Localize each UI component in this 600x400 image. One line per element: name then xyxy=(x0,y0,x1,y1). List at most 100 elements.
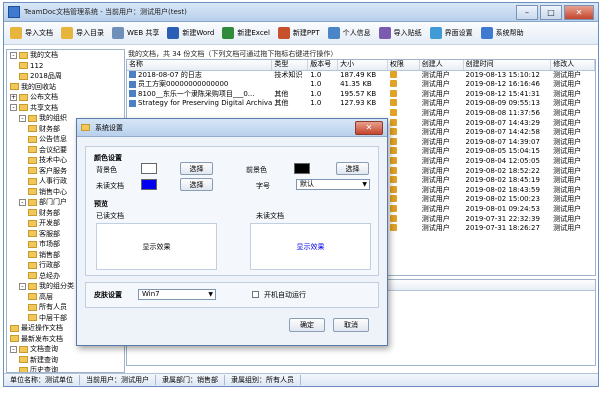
cancel-button[interactable]: 取消 xyxy=(333,318,369,332)
folder-icon xyxy=(28,114,37,122)
toolbar-button-7[interactable]: 导入贴纸 xyxy=(377,25,426,41)
table-cell: 2019-08-07 14:42:58 xyxy=(465,128,540,137)
chevron-down-icon: ▼ xyxy=(362,181,367,188)
table-cell: 2019-08-12 16:16:46 xyxy=(465,80,540,89)
table-cell: 2019-08-05 15:04:15 xyxy=(465,147,540,156)
tree-item-label: 历史查询 xyxy=(30,366,58,373)
folder-icon xyxy=(28,272,37,280)
tree-item[interactable]: 历史查询 xyxy=(7,365,124,373)
table-row[interactable]: Strategy for Preserving Digital Archival… xyxy=(127,99,595,109)
table-cell: 测试用户 xyxy=(421,147,450,156)
toolbar-button-2[interactable]: WEB 共享 xyxy=(110,25,163,41)
skin-label: 皮肤设置 xyxy=(94,291,122,299)
table-cell: 2019-08-02 18:45:19 xyxy=(465,176,540,185)
font-size-select[interactable]: 默认 ▼ xyxy=(296,179,370,190)
table-cell-permission xyxy=(388,214,420,225)
tree-item[interactable]: 我的回收站 xyxy=(7,82,124,93)
autostart-checkbox[interactable] xyxy=(252,291,259,298)
folder-icon xyxy=(28,251,37,259)
folder-icon xyxy=(19,51,28,59)
tree-item[interactable]: + 公布文档 xyxy=(7,92,124,103)
toolbar-button-9[interactable]: 系统帮助 xyxy=(479,25,528,41)
column-header[interactable]: 版本号 xyxy=(308,60,339,70)
collapse-icon[interactable]: - xyxy=(10,51,17,59)
toolbar-button-4[interactable]: 新建Excel xyxy=(220,25,274,41)
maximize-button[interactable]: □ xyxy=(540,5,562,20)
window-title: TeamDoc文档管理系统 - 当前用户：测试用户(test) xyxy=(24,8,187,16)
column-header[interactable]: 权限 xyxy=(388,60,420,70)
bg-color-choose-button[interactable]: 选择 xyxy=(180,162,213,175)
table-cell: 1.0 xyxy=(310,89,322,98)
unread-color-choose-button[interactable]: 选择 xyxy=(180,178,213,191)
table-cell: 测试用户 xyxy=(421,195,450,204)
front-color-label: 前景色 xyxy=(246,166,267,174)
column-header[interactable]: 创建人 xyxy=(420,60,464,70)
toolbar-button-5[interactable]: 新建PPT xyxy=(276,25,324,41)
table-cell: 2019-07-31 18:26:27 xyxy=(465,224,540,233)
collapse-icon[interactable]: - xyxy=(19,282,26,290)
column-header[interactable]: 创建时间 xyxy=(464,60,552,70)
collapse-icon[interactable]: - xyxy=(10,104,17,112)
column-header[interactable]: 类型 xyxy=(272,60,309,70)
folder-icon xyxy=(28,261,37,269)
skin-select[interactable]: Win7 ▼ xyxy=(138,289,216,300)
table-cell-permission xyxy=(388,176,420,186)
folder-icon xyxy=(28,219,37,227)
skin-value: Win7 xyxy=(142,290,160,298)
front-color-choose-button[interactable]: 选择 xyxy=(336,162,369,175)
toolbar-button-label: 新建Excel xyxy=(237,29,270,37)
toolbar-button-6[interactable]: 个人信息 xyxy=(326,25,375,41)
toolbar-button-0[interactable]: 导入文档 xyxy=(8,25,57,41)
folder-icon xyxy=(61,27,73,39)
table-cell: 2019-08-02 18:43:59 xyxy=(465,185,540,194)
dialog-close-button[interactable]: ✕ xyxy=(355,121,383,135)
toolbar-button-8[interactable]: 界面设置 xyxy=(428,25,477,41)
tree-item[interactable]: 2018品周 xyxy=(7,71,124,82)
table-cell: 测试用户 xyxy=(553,80,582,89)
column-header[interactable]: 修改人 xyxy=(551,60,595,70)
minimize-button[interactable]: – xyxy=(516,5,538,20)
column-header[interactable]: 名称 xyxy=(127,60,273,70)
tree-item[interactable]: 112 xyxy=(7,61,124,72)
collapse-icon[interactable]: - xyxy=(10,345,17,353)
toolbar-button-label: 新建PPT xyxy=(292,29,320,37)
table-cell: 测试用户 xyxy=(553,185,582,194)
toolbar-button-1[interactable]: 导入目录 xyxy=(59,25,108,41)
tree-item-label: 行政部 xyxy=(39,261,60,269)
tree-item[interactable]: - 我的文档 xyxy=(7,50,124,61)
permission-icon xyxy=(389,80,397,88)
permission-icon xyxy=(389,176,397,184)
tree-item-label: 客服部 xyxy=(39,229,60,238)
table-row[interactable]: 8100__东乐一个隶陈采购项目___0... 其他 1.0 195.57 KB 测试用… xyxy=(127,89,595,100)
toolbar-button-3[interactable]: 新建Word xyxy=(165,25,218,41)
collapse-icon[interactable]: - xyxy=(19,198,26,206)
ok-button[interactable]: 确定 xyxy=(289,318,325,332)
collapse-icon[interactable]: - xyxy=(19,114,26,122)
expand-icon[interactable]: + xyxy=(10,93,17,101)
table-cell xyxy=(272,80,308,90)
close-button[interactable]: ✕ xyxy=(564,5,594,20)
tree-item[interactable]: 新建查询 xyxy=(7,355,124,366)
tree-item-label: 中层干部 xyxy=(39,313,67,322)
color-settings-group: 颜色设置 背景色 选择 前景色 选择 未读文档 选择 字号 默认 ▼ 预览 已读… xyxy=(85,146,379,276)
tree-item-label: 文档查询 xyxy=(30,345,58,353)
table-cell: 测试用户 xyxy=(553,70,582,79)
table-row[interactable]: 2018-08-07 的日志 技术知识 1.0 187.49 KB 测试用户 2019-0… xyxy=(127,70,595,81)
autostart-label: 开机自动运行 xyxy=(264,291,306,299)
folder-icon xyxy=(10,335,19,343)
column-header[interactable]: 大小 xyxy=(338,60,388,70)
table-cell-permission xyxy=(388,195,420,205)
folder-import-icon xyxy=(10,27,22,39)
permission-icon xyxy=(389,166,397,174)
folder-icon xyxy=(28,240,37,248)
tree-item-label: 人事行政 xyxy=(39,177,67,185)
table-cell-permission xyxy=(388,166,420,177)
tree-item-label: 所有人员 xyxy=(39,303,67,311)
toolbar-button-label: WEB 共享 xyxy=(127,29,160,37)
table-row[interactable]: 员工方案00000000000000 1.0 41.35 KB 测试用户 2019-08… xyxy=(127,80,595,90)
table-cell: 2019-08-07 14:39:07 xyxy=(465,137,540,146)
folder-icon xyxy=(19,93,28,101)
tree-item[interactable]: - 共享文档 xyxy=(7,103,124,114)
table-cell-text: 员工方案00000000000000 xyxy=(138,80,229,89)
table-cell: 127.93 KB xyxy=(340,99,377,108)
